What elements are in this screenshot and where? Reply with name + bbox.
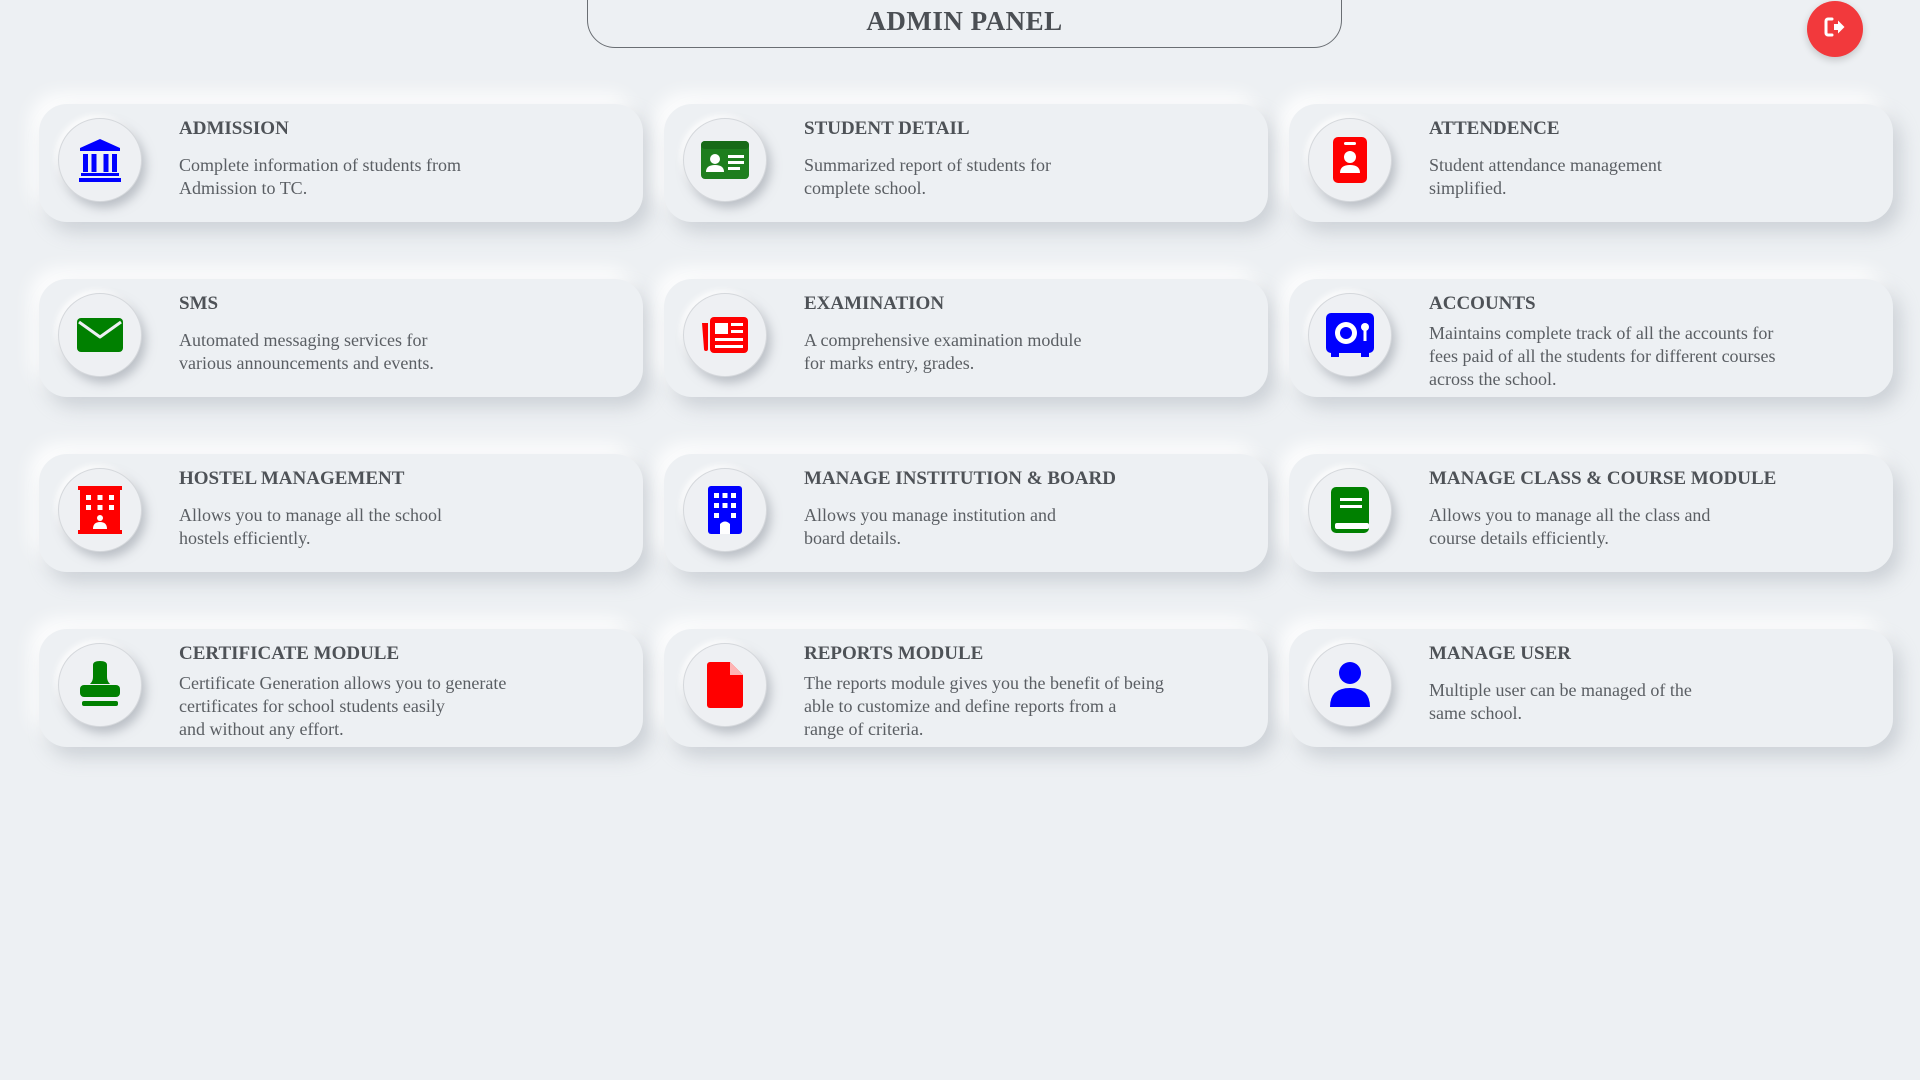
module-description: Maintains complete track of all the acco…	[1429, 322, 1869, 391]
icon-circle	[58, 643, 142, 727]
icon-circle	[58, 293, 142, 377]
module-card-manage-institution-board[interactable]: MANAGE INSTITUTION & BOARD Allows you ma…	[664, 454, 1268, 572]
module-title: HOSTEL MANAGEMENT	[179, 468, 405, 489]
description-line: Allows you to manage all the school	[179, 505, 442, 525]
description-line: A comprehensive examination module	[804, 330, 1082, 350]
description-line: same school.	[1429, 703, 1522, 723]
module-title: ADMISSION	[179, 118, 289, 139]
description-line: across the school.	[1429, 369, 1557, 389]
description-line: Certificate Generation allows you to gen…	[179, 673, 507, 693]
description-line: Multiple user can be managed of the	[1429, 680, 1692, 700]
module-title: ATTENDENCE	[1429, 118, 1560, 139]
bank-icon	[76, 136, 124, 184]
description-line: Student attendance management	[1429, 155, 1662, 175]
module-title: REPORTS MODULE	[804, 643, 984, 664]
icon-circle	[683, 293, 767, 377]
icon-circle	[1308, 468, 1392, 552]
stamp-icon	[76, 661, 124, 709]
icon-circle	[683, 468, 767, 552]
module-card-reports-module[interactable]: REPORTS MODULE The reports module gives …	[664, 629, 1268, 747]
description-line: Allows you to manage all the class and	[1429, 505, 1711, 525]
page-header: ADMIN PANEL	[587, 0, 1342, 48]
module-description: Summarized report of students for comple…	[804, 154, 1244, 200]
safe-icon	[1325, 312, 1375, 358]
description-line: board details.	[804, 528, 901, 548]
description-line: The reports module gives you the benefit…	[804, 673, 1164, 693]
description-line: able to customize and define reports fro…	[804, 696, 1117, 716]
module-card-hostel-management[interactable]: HOSTEL MANAGEMENT Allows you to manage a…	[39, 454, 643, 572]
module-title: MANAGE INSTITUTION & BOARD	[804, 468, 1116, 489]
icon-circle	[683, 643, 767, 727]
module-description: Automated messaging services for various…	[179, 329, 619, 375]
module-title: MANAGE USER	[1429, 643, 1571, 664]
module-card-admission[interactable]: ADMISSION Complete information of studen…	[39, 104, 643, 222]
page-title: ADMIN PANEL	[866, 6, 1063, 36]
description-line: course details efficiently.	[1429, 528, 1609, 548]
user-icon	[1328, 661, 1372, 709]
newspaper-icon	[701, 315, 749, 355]
module-description: Student attendance management simplified…	[1429, 154, 1869, 200]
module-description: Certificate Generation allows you to gen…	[179, 672, 619, 741]
module-card-accounts[interactable]: ACCOUNTS Maintains complete track of all…	[1289, 279, 1893, 397]
id-badge-icon	[1332, 136, 1368, 184]
description-line: and without any effort.	[179, 719, 344, 739]
logout-button[interactable]	[1807, 1, 1863, 57]
description-line: simplified.	[1429, 178, 1507, 198]
module-description: A comprehensive examination module for m…	[804, 329, 1244, 375]
description-line: certificates for school students easily	[179, 696, 445, 716]
envelope-icon	[76, 317, 124, 353]
icon-circle	[683, 118, 767, 202]
module-card-manage-user[interactable]: MANAGE USER Multiple user can be managed…	[1289, 629, 1893, 747]
icon-circle	[1308, 118, 1392, 202]
description-line: fees paid of all the students for differ…	[1429, 346, 1776, 366]
file-icon	[706, 661, 744, 709]
module-card-manage-class-course[interactable]: MANAGE CLASS & COURSE MODULE Allows you …	[1289, 454, 1893, 572]
description-line: Admission to TC.	[179, 178, 308, 198]
logout-icon	[1824, 17, 1846, 42]
description-line: Complete information of students from	[179, 155, 461, 175]
description-line: various announcements and events.	[179, 353, 434, 373]
description-line: Maintains complete track of all the acco…	[1429, 323, 1774, 343]
module-title: ACCOUNTS	[1429, 293, 1536, 314]
module-title: CERTIFICATE MODULE	[179, 643, 400, 664]
building-icon	[707, 485, 743, 535]
module-title: EXAMINATION	[804, 293, 945, 314]
description-line: range of criteria.	[804, 719, 924, 739]
id-card-icon	[700, 140, 750, 180]
module-card-attendence[interactable]: ATTENDENCE Student attendance management…	[1289, 104, 1893, 222]
icon-circle	[1308, 293, 1392, 377]
module-title: STUDENT DETAIL	[804, 118, 970, 139]
icon-circle	[1308, 643, 1392, 727]
module-title: MANAGE CLASS & COURSE MODULE	[1429, 468, 1777, 489]
module-description: Allows you to manage all the class and c…	[1429, 504, 1869, 550]
module-title: SMS	[179, 293, 219, 314]
icon-circle	[58, 118, 142, 202]
book-icon	[1330, 486, 1370, 534]
module-card-examination[interactable]: EXAMINATION A comprehensive examination …	[664, 279, 1268, 397]
module-description: Allows you manage institution and board …	[804, 504, 1244, 550]
module-card-student-detail[interactable]: STUDENT DETAIL Summarized report of stud…	[664, 104, 1268, 222]
module-card-certificate-module[interactable]: CERTIFICATE MODULE Certificate Generatio…	[39, 629, 643, 747]
module-card-sms[interactable]: SMS Automated messaging services for var…	[39, 279, 643, 397]
description-line: complete school.	[804, 178, 926, 198]
description-line: for marks entry, grades.	[804, 353, 975, 373]
module-description: Allows you to manage all the school host…	[179, 504, 619, 550]
module-description: The reports module gives you the benefit…	[804, 672, 1244, 741]
description-line: Summarized report of students for	[804, 155, 1051, 175]
description-line: Automated messaging services for	[179, 330, 428, 350]
hotel-icon	[77, 485, 123, 535]
icon-circle	[58, 468, 142, 552]
module-description: Multiple user can be managed of the same…	[1429, 679, 1869, 725]
description-line: hostels efficiently.	[179, 528, 311, 548]
description-line: Allows you manage institution and	[804, 505, 1056, 525]
module-description: Complete information of students from Ad…	[179, 154, 619, 200]
